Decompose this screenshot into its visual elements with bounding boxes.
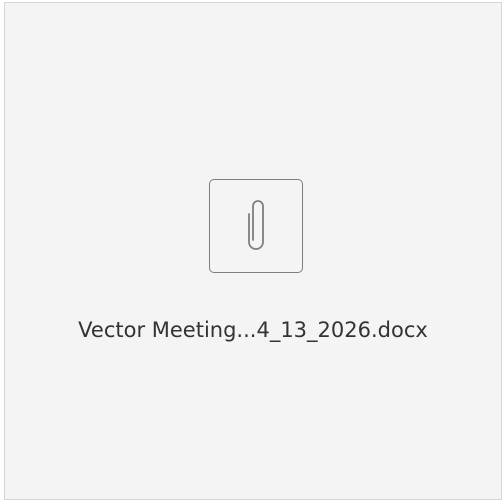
attachment-icon-frame	[209, 179, 303, 273]
attachment-card[interactable]: Vector Meeting...4_13_2026.docx	[4, 2, 502, 500]
attachment-file-name: Vector Meeting...4_13_2026.docx	[78, 318, 428, 342]
paperclip-icon	[248, 200, 264, 250]
